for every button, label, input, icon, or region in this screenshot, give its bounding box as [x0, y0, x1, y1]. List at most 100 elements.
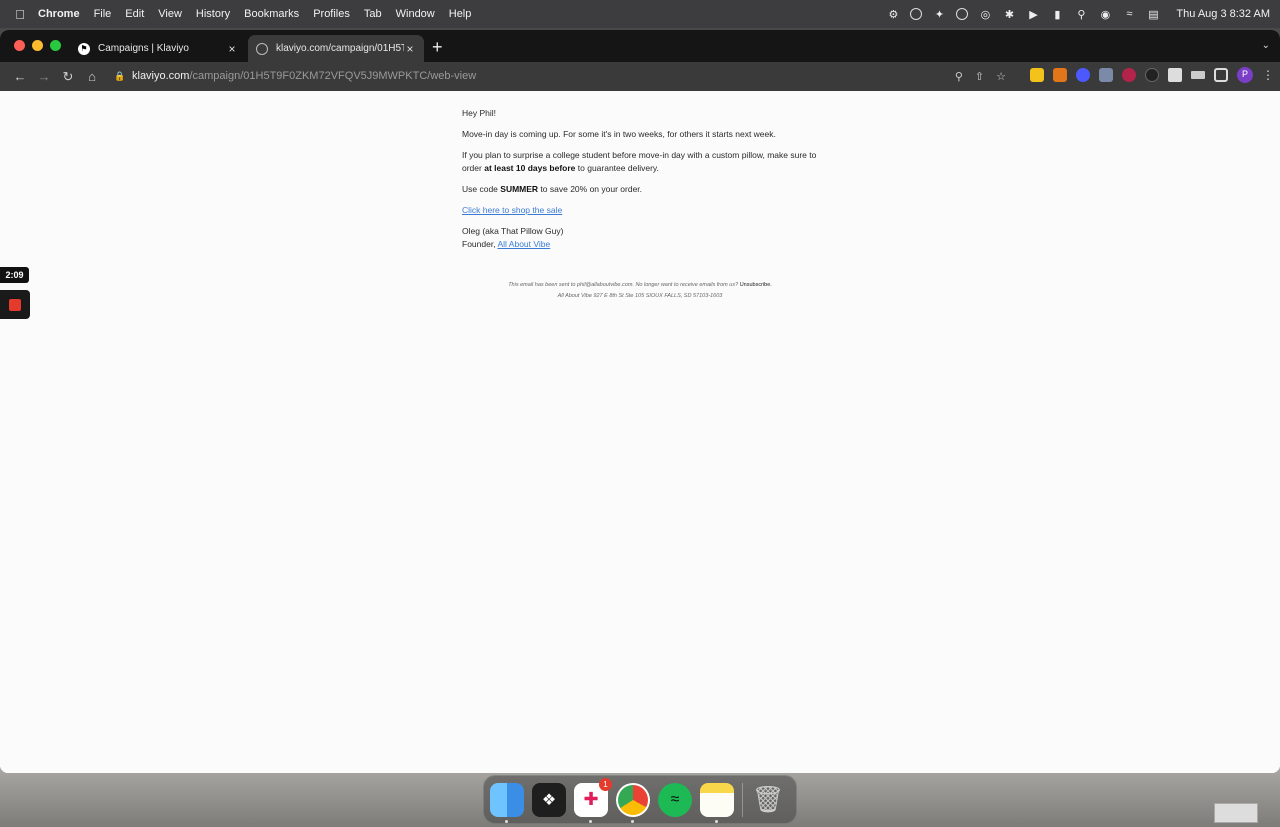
menu-bar:  Chrome File Edit View History Bookmark… — [0, 0, 1280, 28]
footer-sent-to: This email has been sent to phil@allabou… — [508, 282, 740, 288]
bookmark-star-icon[interactable]: ☆ — [996, 70, 1006, 83]
wifi-icon[interactable]: ≈ — [1122, 7, 1136, 21]
grid-extension-icon[interactable] — [1099, 68, 1113, 82]
clock-status-icon[interactable] — [956, 8, 969, 20]
slack-notification-badge: 1 — [599, 777, 612, 791]
figma-dock-icon[interactable]: ❖ — [532, 782, 566, 817]
trash-dock-icon[interactable]: 🗑 — [751, 783, 785, 817]
shop-sale-link[interactable]: Click here to shop the sale — [462, 205, 562, 215]
dock: ❖ ✚ 1 ≈ 🗑 — [483, 775, 797, 824]
klaviyo-favicon-icon: ⚑ — [78, 42, 90, 55]
bolt-extension-icon[interactable] — [1145, 68, 1159, 82]
record-extension-icon[interactable] — [1122, 68, 1136, 82]
tab-bar: ⚑ Campaigns | Klaviyo × klaviyo.com/camp… — [0, 30, 1280, 62]
bluetooth-icon[interactable]: ✱ — [1002, 7, 1016, 21]
share-icon[interactable]: ⇧ — [975, 70, 984, 83]
signature-role: Founder, — [462, 239, 498, 249]
spotify-dock-icon[interactable]: ≈ — [658, 782, 692, 817]
email-greeting: Hey Phil! — [462, 108, 497, 118]
tab-title: Campaigns | Klaviyo — [98, 43, 189, 54]
menu-app-name[interactable]: Chrome — [38, 8, 80, 20]
new-tab-button[interactable]: + — [432, 38, 443, 56]
gear-status-icon[interactable]: ⚙ — [886, 7, 900, 21]
company-link[interactable]: All About Vibe — [497, 239, 550, 249]
apple-menu-icon[interactable]:  — [10, 7, 30, 22]
menu-view[interactable]: View — [158, 8, 182, 20]
menu-history[interactable]: History — [196, 8, 230, 20]
chrome-dock-icon[interactable] — [616, 782, 650, 823]
email-paragraph-3: Use code SUMMER to save 20% on your orde… — [462, 183, 822, 196]
spotlight-search-icon[interactable]: ⚲ — [1074, 7, 1088, 21]
back-arrow-icon[interactable]: ← — [8, 69, 32, 84]
spotify-logo-icon: ≈ — [670, 790, 680, 808]
footer-line-1: This email has been sent to phil@allabou… — [440, 280, 840, 291]
close-tab-icon[interactable]: × — [404, 42, 416, 56]
running-indicator — [505, 819, 508, 823]
recording-timer: 2:09 — [0, 267, 29, 283]
window-controls — [14, 40, 61, 51]
more-menu-icon[interactable]: ⋮ — [1262, 68, 1274, 82]
minimize-window-button[interactable] — [32, 40, 43, 51]
notes-dock-icon[interactable] — [700, 782, 734, 823]
omnibox-actions: ⚲ ⇧ ☆ — [955, 70, 1016, 83]
battery-icon[interactable]: ▮ — [1050, 7, 1064, 21]
email-signature: Oleg (aka That Pillow Guy) Founder, All … — [462, 225, 822, 251]
signature-name: Oleg (aka That Pillow Guy) — [462, 226, 564, 236]
lock-icon[interactable]: 🔒 — [114, 71, 125, 82]
email-paragraph-2-bold: at least 10 days before — [484, 163, 576, 173]
control-center-icon[interactable]: ▤ — [1146, 7, 1160, 21]
email-paragraph-1: Move-in day is coming up. For some it's … — [462, 129, 776, 139]
browser-window: ⚑ Campaigns | Klaviyo × klaviyo.com/camp… — [0, 30, 1280, 773]
sticky-notes-extension-icon[interactable] — [1030, 68, 1044, 82]
gear-extension-icon[interactable] — [1076, 68, 1090, 82]
menubar-clock[interactable]: Thu Aug 3 8:32 AM — [1176, 8, 1270, 20]
tab-search-chevron-icon[interactable]: ⌄ — [1262, 40, 1270, 51]
running-indicator — [589, 819, 592, 823]
forward-arrow-icon[interactable]: → — [32, 69, 56, 84]
dock-separator — [742, 782, 743, 817]
profile-avatar[interactable]: P — [1237, 67, 1253, 83]
stop-icon — [9, 298, 21, 311]
menu-help[interactable]: Help — [449, 8, 472, 20]
slack-logo-icon: ✚ — [583, 789, 599, 809]
tab-web-view[interactable]: klaviyo.com/campaign/01H5T9 × — [248, 35, 424, 62]
kangaroo-icon[interactable]: ✦ — [932, 7, 946, 21]
record-status-icon[interactable] — [910, 8, 923, 20]
close-window-button[interactable] — [14, 40, 25, 51]
finder-dock-icon[interactable] — [490, 782, 524, 823]
menu-tab[interactable]: Tab — [364, 8, 382, 20]
stop-recording-button[interactable] — [0, 290, 30, 319]
email-paragraph-2: If you plan to surprise a college studen… — [462, 149, 822, 175]
chrome-logo-icon — [618, 784, 648, 815]
running-indicator — [631, 819, 634, 823]
email-footer: This email has been sent to phil@allabou… — [440, 280, 840, 302]
email-paragraph-3-start: Use code — [462, 184, 501, 194]
menu-bookmarks[interactable]: Bookmarks — [244, 8, 299, 20]
play-status-icon[interactable]: ▶ — [1026, 7, 1040, 21]
reload-icon[interactable]: ↻ — [56, 69, 80, 85]
tab-title: klaviyo.com/campaign/01H5T9 — [276, 43, 404, 54]
close-tab-icon[interactable]: × — [226, 42, 238, 56]
metamask-extension-icon[interactable] — [1053, 68, 1067, 82]
zoom-icon[interactable]: ⚲ — [955, 70, 963, 83]
url-host: klaviyo.com — [132, 70, 190, 82]
fullscreen-window-button[interactable] — [50, 40, 61, 51]
menu-window[interactable]: Window — [396, 8, 435, 20]
airdrop-icon[interactable]: ◎ — [978, 7, 992, 21]
menu-edit[interactable]: Edit — [125, 8, 144, 20]
home-icon[interactable]: ⌂ — [80, 69, 104, 84]
unsubscribe-link[interactable]: Unsubscribe. — [740, 282, 772, 288]
screenshot-thumbnail[interactable] — [1214, 803, 1258, 823]
side-panel-icon[interactable] — [1214, 68, 1228, 82]
tab-campaigns[interactable]: ⚑ Campaigns | Klaviyo × — [70, 35, 246, 62]
menu-profiles[interactable]: Profiles — [313, 8, 350, 20]
email-paragraph-2-end: to guarantee delivery. — [575, 163, 659, 173]
menu-file[interactable]: File — [94, 8, 112, 20]
address-bar[interactable]: 🔒 klaviyo.com /campaign/01H5T9F0ZKM72VFQ… — [104, 65, 1016, 87]
extensions-row: P ⋮ — [1030, 67, 1274, 83]
puzzle-extensions-icon[interactable] — [1168, 68, 1182, 82]
user-status-icon[interactable]: ◉ — [1098, 7, 1112, 21]
slack-dock-icon[interactable]: ✚ 1 — [574, 777, 612, 823]
reading-list-icon[interactable] — [1191, 71, 1205, 79]
trash-can-icon: 🗑 — [751, 784, 785, 814]
